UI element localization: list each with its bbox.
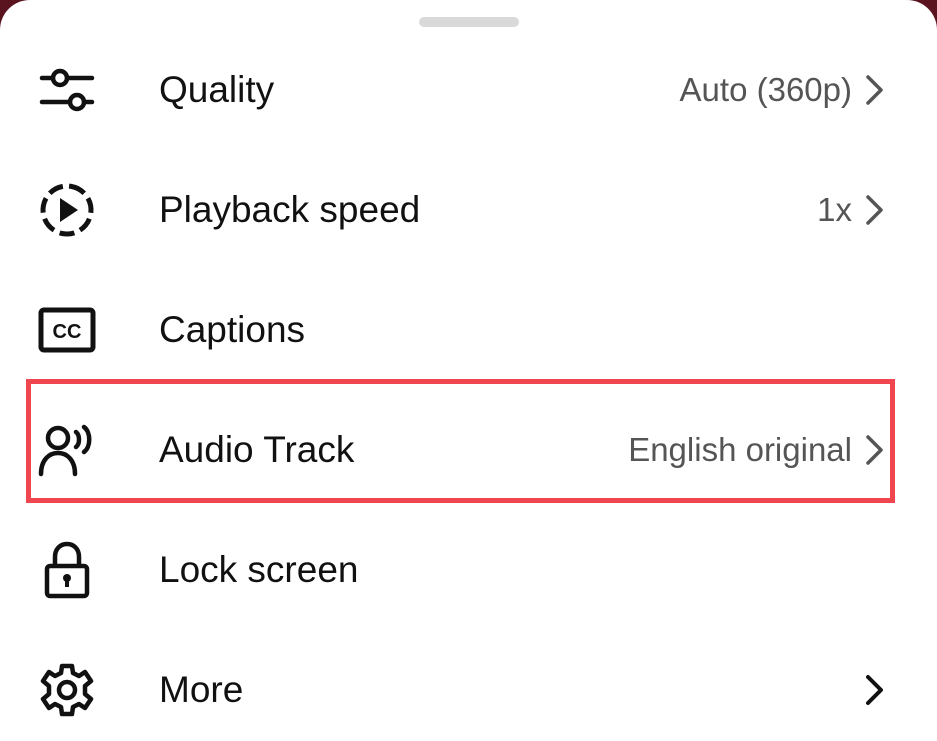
- menu-item-label: Quality: [159, 69, 275, 110]
- menu-item-value: English original: [628, 431, 852, 468]
- cc-icon: CC: [33, 302, 101, 358]
- audio-track-icon: [33, 422, 101, 478]
- chevron-right-icon: [866, 195, 883, 225]
- lock-icon: [33, 541, 101, 599]
- chevron-right-icon: [866, 675, 883, 705]
- menu-item-label: Lock screen: [159, 549, 359, 590]
- playback-speed-icon: [33, 182, 101, 238]
- menu-item-quality[interactable]: Quality Auto (360p): [0, 40, 937, 140]
- menu-item-value: 1x: [817, 191, 852, 228]
- drag-handle[interactable]: [419, 17, 519, 27]
- menu-item-audio-track[interactable]: Audio Track English original: [0, 400, 937, 500]
- menu-item-lock-screen[interactable]: Lock screen: [0, 520, 937, 620]
- menu-item-more[interactable]: More: [0, 640, 937, 740]
- menu-item-label: Audio Track: [159, 429, 355, 470]
- settings-bottom-sheet: Quality Auto (360p) Playback speed 1x CC…: [0, 0, 937, 741]
- chevron-right-icon: [866, 435, 883, 465]
- menu-item-label: More: [159, 669, 244, 710]
- sliders-icon: [33, 62, 101, 118]
- menu-item-label: Captions: [159, 309, 306, 350]
- svg-text:CC: CC: [53, 321, 82, 343]
- chevron-right-icon: [866, 75, 883, 105]
- menu-item-value: Auto (360p): [679, 71, 852, 108]
- menu-item-captions[interactable]: CC Captions: [0, 280, 937, 380]
- menu-item-label: Playback speed: [159, 189, 421, 230]
- menu-item-playback-speed[interactable]: Playback speed 1x: [0, 160, 937, 260]
- gear-icon: [33, 662, 101, 718]
